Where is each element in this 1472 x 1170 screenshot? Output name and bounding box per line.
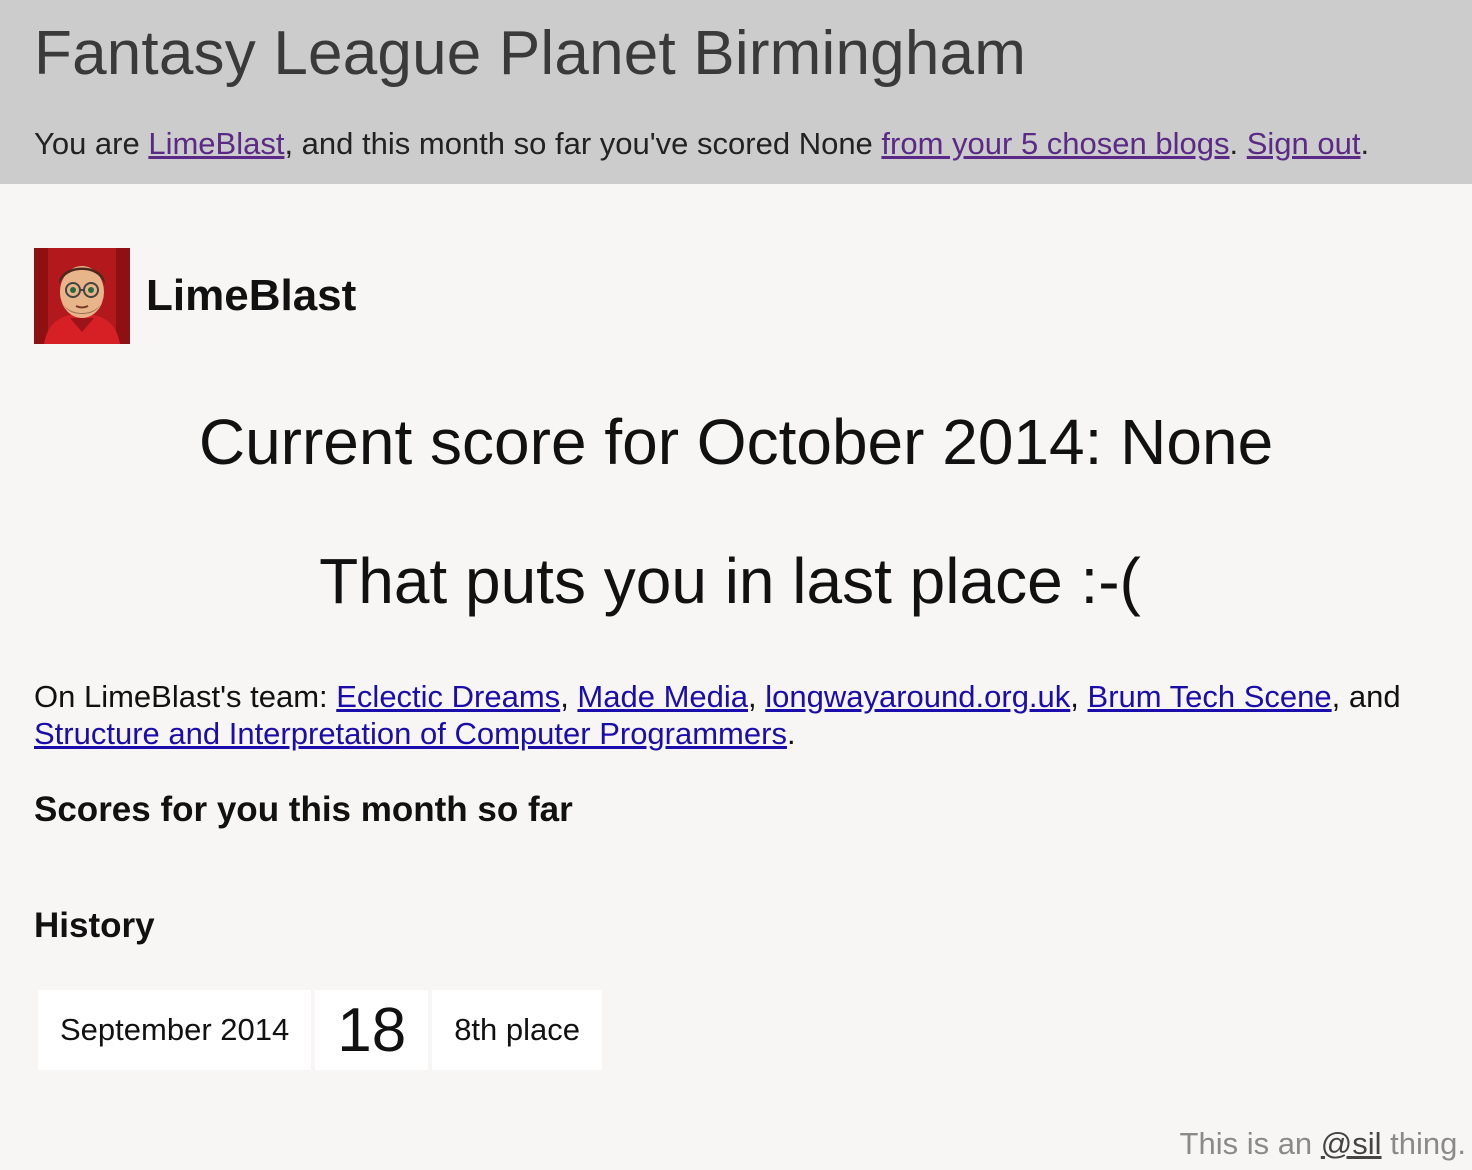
profile: LimeBlast xyxy=(34,248,356,344)
sign-out-link[interactable]: Sign out xyxy=(1247,126,1361,161)
status-sep: . xyxy=(1229,126,1247,161)
team-line: On LimeBlast's team: Eclectic Dreams, Ma… xyxy=(34,678,1434,752)
avatar-cartoon-icon xyxy=(34,248,130,344)
table-row: September 2014 18 8th place xyxy=(38,990,603,1070)
history-month: September 2014 xyxy=(38,990,312,1070)
team-blog-link[interactable]: longwayaround.org.uk xyxy=(765,679,1070,714)
team-blog-link[interactable]: Brum Tech Scene xyxy=(1088,679,1332,714)
user-profile-link[interactable]: LimeBlast xyxy=(148,126,284,161)
author-link[interactable]: @sil xyxy=(1321,1126,1382,1161)
site-title: Fantasy League Planet Birmingham xyxy=(34,19,1027,88)
footer-prefix: This is an xyxy=(1179,1126,1321,1161)
team-sep: , xyxy=(748,679,766,714)
team-blog-link[interactable]: Made Media xyxy=(577,679,748,714)
status-middle: , and this month so far you've scored No… xyxy=(284,126,882,161)
current-score-heading: Current score for October 2014: None xyxy=(198,406,1274,478)
status-suffix: . xyxy=(1360,126,1370,161)
team-sep: , xyxy=(560,679,578,714)
profile-name: LimeBlast xyxy=(146,271,357,320)
header: Fantasy League Planet Birmingham You are… xyxy=(0,0,1472,184)
history-table: September 2014 18 8th place xyxy=(34,986,606,1074)
status-line: You are LimeBlast, and this month so far… xyxy=(34,126,1369,162)
history-place: 8th place xyxy=(432,990,603,1070)
footer: This is an @sil thing. xyxy=(1180,1126,1466,1162)
status-prefix: You are xyxy=(34,126,149,161)
team-and: , and xyxy=(1331,679,1401,714)
team-suffix: . xyxy=(786,716,796,751)
team-blog-link[interactable]: Structure and Interpretation of Computer… xyxy=(34,716,787,751)
place-heading: That puts you in last place :-( xyxy=(319,545,1141,617)
team-sep: , xyxy=(1070,679,1088,714)
history-heading: History xyxy=(34,906,155,945)
chosen-blogs-link[interactable]: from your 5 chosen blogs xyxy=(881,126,1229,161)
scores-month-heading: Scores for you this month so far xyxy=(34,790,573,829)
history-score: 18 xyxy=(315,990,429,1070)
footer-suffix: thing. xyxy=(1381,1126,1466,1161)
team-blog-link[interactable]: Eclectic Dreams xyxy=(336,679,560,714)
team-prefix: On LimeBlast's team: xyxy=(34,679,337,714)
